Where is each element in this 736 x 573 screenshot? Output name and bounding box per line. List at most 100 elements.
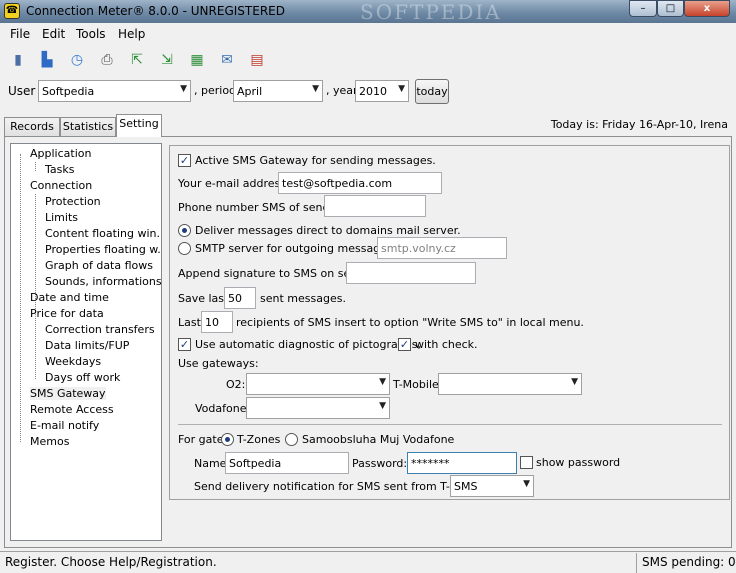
bar-chart-icon[interactable]: ▙ xyxy=(38,51,56,69)
with-check-label: with check. xyxy=(415,338,478,351)
deliver-direct-label: Deliver messages direct to domains mail … xyxy=(195,224,461,237)
mail-icon[interactable]: ✉ xyxy=(218,51,236,69)
vodafone-label: Vodafone: xyxy=(195,402,251,415)
tree-item-days-off[interactable]: Days off work xyxy=(45,371,120,384)
today-button[interactable]: today xyxy=(415,79,449,104)
tmobile-select[interactable]: ▼ xyxy=(438,373,582,395)
active-sms-label: Active SMS Gateway for sending messages. xyxy=(195,154,436,167)
smtp-label: SMTP server for outgoing messages xyxy=(195,242,393,255)
settings-tree[interactable]: Application Tasks Connection Protection … xyxy=(10,143,162,541)
deliver-direct-radio[interactable] xyxy=(178,224,191,237)
import-icon[interactable]: ⇲ xyxy=(158,51,176,69)
phone-icon[interactable]: ▮ xyxy=(9,51,27,69)
save-last-field[interactable]: 50 xyxy=(224,287,256,309)
grid-icon[interactable]: ▦ xyxy=(188,51,206,69)
tree-item-memos[interactable]: Memos xyxy=(30,435,69,448)
tree-item-protection[interactable]: Protection xyxy=(45,195,101,208)
email-field[interactable]: test@softpedia.com xyxy=(278,172,442,194)
tree-item-properties-floating[interactable]: Properties floating w. xyxy=(45,243,161,256)
smtp-server-input[interactable]: smtp.volny.cz xyxy=(377,237,507,259)
tree-line xyxy=(35,162,36,171)
password-field[interactable]: ******* xyxy=(407,452,517,474)
tree-item-email-notify[interactable]: E-mail notify xyxy=(30,419,99,432)
smtp-radio[interactable] xyxy=(178,242,191,255)
tree-item-content-floating[interactable]: Content floating win. xyxy=(45,227,160,240)
tree-item-connection[interactable]: Connection xyxy=(30,179,92,192)
sms-pending-status: SMS pending: 0 xyxy=(642,555,736,569)
name-field[interactable]: Softpedia xyxy=(225,452,349,474)
gate-vodafone-label: Samoobsluha Muj Vodafone xyxy=(302,433,455,446)
tab-statistics[interactable]: Statistics xyxy=(60,117,116,137)
tree-line xyxy=(35,322,36,379)
divider xyxy=(178,424,722,425)
calendar-icon[interactable]: ▤ xyxy=(248,51,266,69)
minimize-button[interactable]: – xyxy=(629,0,657,17)
menu-bar: File Edit Tools Help xyxy=(0,24,736,44)
delivery-label: Send delivery notification for SMS sent … xyxy=(194,480,484,493)
phone-label: Phone number SMS of sender xyxy=(178,201,341,214)
toolbar: ▮ ▙ ◷ ⎙ ⇱ ⇲ ▦ ✉ ▤ xyxy=(0,46,736,74)
last-suffix: recipients of SMS insert to option "Writ… xyxy=(236,316,584,329)
signature-field[interactable] xyxy=(346,262,476,284)
status-bar: Register. Choose Help/Registration. SMS … xyxy=(0,551,736,573)
o2-select[interactable]: ▼ xyxy=(246,373,390,395)
signature-label: Append signature to SMS on send xyxy=(178,267,365,280)
year-select[interactable]: 2010 ▼ xyxy=(355,80,409,102)
phone-field[interactable] xyxy=(324,195,426,217)
tab-setting[interactable]: Setting xyxy=(116,114,162,137)
vodafone-select[interactable]: ▼ xyxy=(246,397,390,419)
gate-vodafone-radio[interactable] xyxy=(285,433,298,446)
menu-tools[interactable]: Tools xyxy=(76,27,106,41)
tree-item-weekdays[interactable]: Weekdays xyxy=(45,355,101,368)
email-label: Your e-mail address xyxy=(178,177,286,190)
auto-diagnostic-checkbox[interactable]: ✓ xyxy=(178,338,191,351)
user-select[interactable]: Softpedia ▼ xyxy=(38,80,191,102)
tree-item-sms-gateway[interactable]: SMS Gateway xyxy=(30,387,106,400)
user-select-value: Softpedia xyxy=(42,85,95,98)
tree-item-graph[interactable]: Graph of data flows xyxy=(45,259,153,272)
menu-edit[interactable]: Edit xyxy=(42,27,65,41)
close-button[interactable]: x xyxy=(684,0,730,17)
printer-icon[interactable]: ⎙ xyxy=(98,51,116,69)
gate-tzones-label: T-Zones xyxy=(237,433,281,446)
active-sms-checkbox[interactable]: ✓ xyxy=(178,154,191,167)
tab-records[interactable]: Records xyxy=(4,117,60,137)
tree-item-sounds[interactable]: Sounds, informations xyxy=(45,275,162,288)
period-select[interactable]: April ▼ xyxy=(233,80,323,102)
last-label: Last xyxy=(178,316,201,329)
with-check-checkbox[interactable]: ✓ xyxy=(398,338,411,351)
tmobile-label: T-Mobile: xyxy=(393,378,443,391)
clock-icon[interactable]: ◷ xyxy=(68,51,86,69)
delivery-select[interactable]: SMS ▼ xyxy=(450,475,534,497)
chevron-down-icon: ▼ xyxy=(398,84,405,94)
auto-diagnostic-label: Use automatic diagnostic of pictographs, xyxy=(195,338,421,351)
tree-item-limits[interactable]: Limits xyxy=(45,211,78,224)
tree-item-data-limits[interactable]: Data limits/FUP xyxy=(45,339,129,352)
tree-item-tasks[interactable]: Tasks xyxy=(45,163,74,176)
password-label: Password: xyxy=(352,457,408,470)
tree-item-date-time[interactable]: Date and time xyxy=(30,291,109,304)
menu-help[interactable]: Help xyxy=(118,27,145,41)
delivery-select-value: SMS xyxy=(454,480,478,493)
o2-label: O2: xyxy=(226,378,246,391)
show-password-checkbox[interactable] xyxy=(520,456,533,469)
title-bar: ☎ Connection Meter® 8.0.0 - UNREGISTERED… xyxy=(0,0,736,24)
tree-item-correction[interactable]: Correction transfers xyxy=(45,323,155,336)
save-last-label: Save last xyxy=(178,292,229,305)
chevron-down-icon: ▼ xyxy=(180,84,187,94)
tree-item-price-data[interactable]: Price for data xyxy=(30,307,104,320)
year-select-value: 2010 xyxy=(359,85,387,98)
maximize-button[interactable]: □ xyxy=(657,0,684,17)
chevron-down-icon: ▼ xyxy=(571,377,578,387)
tree-item-remote-access[interactable]: Remote Access xyxy=(30,403,114,416)
gate-tzones-radio[interactable] xyxy=(221,433,234,446)
sms-gateway-settings: ✓ Active SMS Gateway for sending message… xyxy=(169,145,730,500)
status-left: Register. Choose Help/Registration. xyxy=(5,555,217,569)
last-recipients-field[interactable]: 10 xyxy=(201,311,233,333)
year-label: , year xyxy=(326,84,358,97)
menu-file[interactable]: File xyxy=(10,27,30,41)
export-icon[interactable]: ⇱ xyxy=(128,51,146,69)
chevron-down-icon: ▼ xyxy=(523,479,530,489)
period-label: , period xyxy=(194,84,237,97)
tree-item-application[interactable]: Application xyxy=(30,147,91,160)
